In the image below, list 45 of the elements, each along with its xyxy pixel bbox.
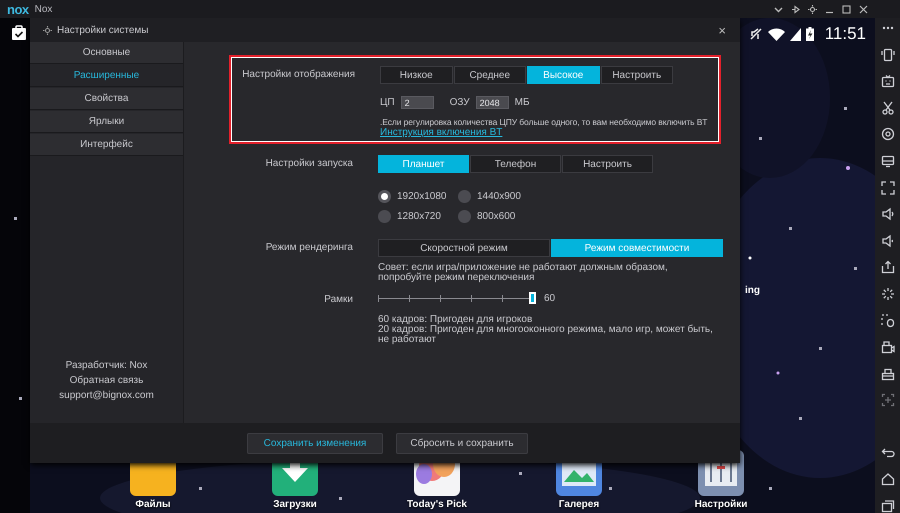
dialog-title: Настройки системы <box>57 24 148 36</box>
app-logo: nox <box>7 2 29 16</box>
resolution-option[interactable]: 1920x1080 <box>378 190 458 203</box>
sidebar-item[interactable]: Основные <box>30 42 183 64</box>
status-time: 11:51 <box>824 24 866 44</box>
option-tab[interactable]: Низкое <box>380 66 452 84</box>
sidebar-item[interactable]: Свойства <box>30 88 183 110</box>
ram-field[interactable]: 2048 <box>476 96 509 109</box>
cpu-field[interactable]: 2 <box>400 96 434 109</box>
setting-label: Настройки запуска <box>264 157 353 169</box>
footer-text: Разработчик: Nox <box>66 360 148 371</box>
note-text: 20 кадров: Пригоден для многооконного режима, мало игр, может быть, не работают <box>378 325 714 345</box>
window-title: Nox <box>34 4 52 14</box>
app-label[interactable]: Today's Pick <box>407 499 467 513</box>
option-tab[interactable]: Настроить <box>562 155 653 173</box>
option-tab[interactable]: Среднее <box>454 66 526 84</box>
setting-label: Настройки отображения <box>241 68 355 80</box>
note-text: 60 кадров: Пригоден для игроков <box>378 315 534 325</box>
ram-label: ОЗУ <box>450 97 470 108</box>
slider-value: 60 <box>544 292 556 304</box>
instruction-link[interactable]: Инструкция включения BT <box>380 127 502 138</box>
option-tab[interactable]: Скоростной режим <box>378 239 550 257</box>
resolution-option[interactable]: 800x600 <box>458 210 538 223</box>
cpu-label: ЦП <box>380 97 395 108</box>
sidebar-item[interactable]: Ярлыки <box>30 111 183 133</box>
setting-label: Рамки <box>323 293 353 305</box>
resolution-option[interactable]: 1440x900 <box>458 190 538 203</box>
close-button[interactable]: × <box>718 22 726 38</box>
resolution-option[interactable]: 1280x720 <box>378 210 458 223</box>
app-label[interactable]: Файлы <box>135 499 171 513</box>
footer-text: Обратная связь <box>70 375 144 386</box>
app-label: ing <box>745 285 760 296</box>
tip-text: Совет: если игра/приложение не работают должным образом, попробуйте режим переключения <box>378 263 669 283</box>
footer-text: support@bignox.com <box>59 390 154 401</box>
option-tab[interactable]: Настроить <box>600 66 673 84</box>
app-label[interactable]: Галерея <box>558 499 600 513</box>
note-text: .Если регулировка количества ЦПУ больше одного, то вам необходимо включить BT <box>380 117 708 127</box>
unit-label: МБ <box>514 97 530 108</box>
dialog-button[interactable]: Сбросить и сохранить <box>396 432 528 454</box>
app-label[interactable]: Настройки <box>694 499 748 513</box>
sidebar-item[interactable]: Интерфейс <box>30 134 183 156</box>
setting-label: Режим рендеринга <box>264 241 353 253</box>
dialog-button[interactable]: Сохранить изменения <box>247 432 383 454</box>
app-label[interactable]: Загрузки <box>273 499 317 513</box>
option-tab[interactable]: Телефон <box>470 155 561 173</box>
